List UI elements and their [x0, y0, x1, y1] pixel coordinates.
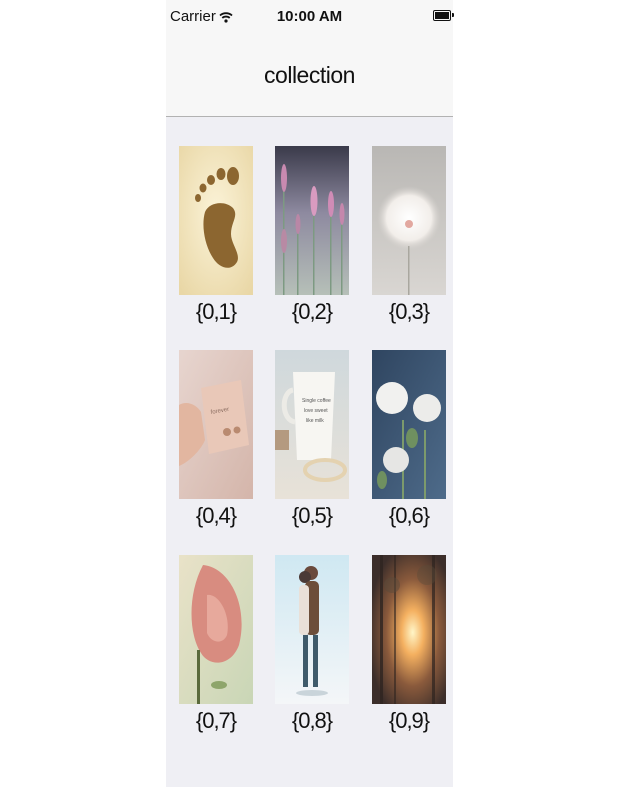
battery-icon — [433, 10, 454, 21]
svg-text:Single coffee: Single coffee — [302, 398, 331, 404]
collection-cell[interactable]: Single coffee love sweet like milk {0,5} — [275, 350, 349, 529]
collection-cell[interactable]: {0,9} — [372, 555, 446, 734]
phone-screen: Carrier 10:00 AM collection {0,1} {0,2} … — [166, 0, 454, 787]
lavender-flowers-image — [275, 146, 349, 295]
cell-label: {0,7} — [195, 708, 237, 733]
svg-text:love sweet: love sweet — [304, 408, 328, 414]
collection-cell[interactable]: {0,6} — [372, 350, 446, 529]
dandelion-image — [372, 146, 446, 295]
clock: 10:00 AM — [276, 8, 343, 25]
couple-in-snow-image — [275, 555, 349, 704]
cell-label: {0,8} — [291, 708, 333, 733]
collection-cell[interactable]: {0,1} — [179, 146, 253, 325]
collection-cell[interactable]: {0,8} — [275, 555, 349, 734]
collection-cell[interactable]: {0,2} — [275, 146, 349, 325]
white-roses-image — [372, 350, 446, 499]
cell-label: {0,4} — [195, 503, 237, 528]
collection-cell[interactable]: forever {0,4} — [179, 350, 253, 529]
cell-label: {0,5} — [291, 503, 333, 528]
footprint-image — [179, 146, 253, 295]
cell-label: {0,9} — [388, 708, 430, 733]
pink-rose-image — [179, 555, 253, 704]
sunset-forest-image — [372, 555, 446, 704]
navigation-bar: collection — [166, 35, 453, 117]
cell-label: {0,2} — [291, 299, 333, 324]
page-title: collection — [264, 62, 355, 88]
cell-label: {0,6} — [388, 503, 430, 528]
svg-text:like milk: like milk — [306, 418, 324, 424]
coffee-mug-image: Single coffee love sweet like milk — [275, 350, 349, 499]
hand-holding-card-image: forever — [179, 350, 253, 499]
collection-cell[interactable]: {0,3} — [372, 146, 446, 325]
cell-label: {0,1} — [195, 299, 237, 324]
status-bar: Carrier 10:00 AM — [166, 0, 454, 35]
collection-cell[interactable]: {0,7} — [179, 555, 253, 734]
cell-label: {0,3} — [388, 299, 430, 324]
